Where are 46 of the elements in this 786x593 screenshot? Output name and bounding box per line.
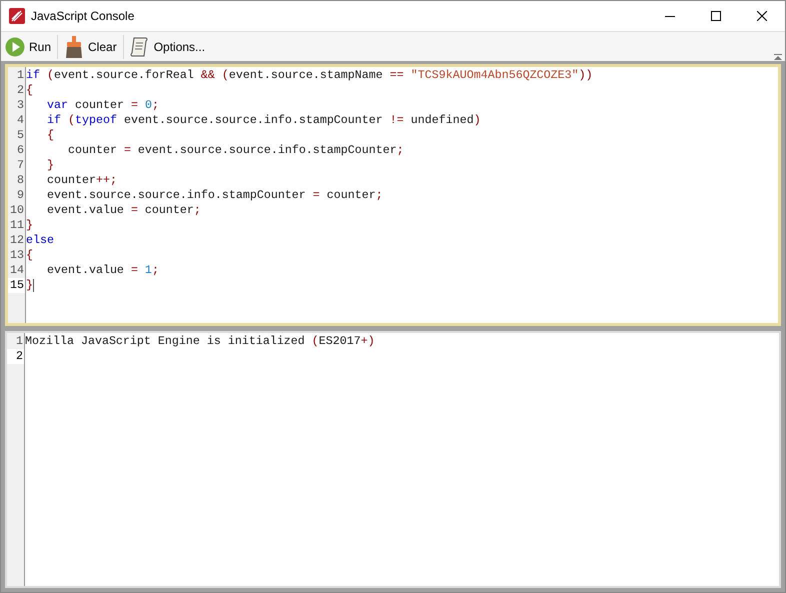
code-line: var counter = 0; — [46, 98, 159, 113]
line-number: 8 — [16, 173, 25, 188]
code-line: if (typeof event.source.source.info.stampCounter != undefined) — [46, 113, 481, 128]
code-line: } — [26, 278, 33, 293]
text-cursor — [33, 279, 34, 292]
line-number: 2 — [16, 83, 25, 98]
code-line: Mozilla JavaScript Engine is initialized (ES2017+) — [25, 334, 375, 349]
app-logo-icon — [9, 8, 25, 24]
line-number: 1 — [16, 68, 25, 83]
line-number: 14 — [9, 263, 25, 278]
code-line: event.value = counter; — [46, 203, 201, 218]
options-button[interactable]: Options... — [126, 34, 210, 60]
code-line: counter++; — [46, 173, 117, 188]
line-number: 11 — [9, 218, 25, 233]
line-number: 10 — [9, 203, 25, 218]
line-number: 2 — [7, 349, 24, 364]
code-editor[interactable] — [5, 64, 781, 326]
line-number: 7 — [16, 158, 25, 173]
line-number: 5 — [16, 128, 25, 143]
brush-icon — [64, 36, 84, 58]
play-icon — [5, 36, 25, 56]
line-number: 3 — [16, 98, 25, 113]
line-number: 6 — [16, 143, 25, 158]
line-number: 15 — [8, 278, 25, 293]
code-line: event.value = 1; — [46, 263, 159, 278]
line-number: 13 — [9, 248, 25, 263]
line-number: 9 — [16, 188, 25, 203]
code-line: counter = event.source.source.info.stampCounter; — [66, 143, 404, 158]
code-line: } — [26, 218, 33, 233]
scroll-icon — [130, 36, 150, 58]
maximize-icon — [711, 11, 721, 21]
line-number: 4 — [16, 113, 25, 128]
collapse-icon[interactable] — [774, 54, 782, 60]
code-line: } — [46, 158, 54, 173]
close-icon — [757, 11, 767, 21]
clear-button[interactable]: Clear — [60, 34, 121, 60]
code-line: { — [46, 128, 54, 143]
code-line: else — [26, 233, 54, 248]
code-line: event.source.source.info.stampCounter = counter; — [46, 188, 383, 203]
code-line: { — [26, 248, 33, 263]
run-button[interactable]: Run — [1, 34, 56, 60]
window-title: JavaScript Console — [31, 8, 134, 25]
line-number: 1 — [15, 334, 24, 349]
code-line: if (event.source.forReal && (event.source.stampName == "TCS9kAUOm4Abn56QZCOZE3")) — [26, 68, 593, 83]
line-number: 12 — [9, 233, 25, 248]
code-line: { — [26, 83, 33, 98]
